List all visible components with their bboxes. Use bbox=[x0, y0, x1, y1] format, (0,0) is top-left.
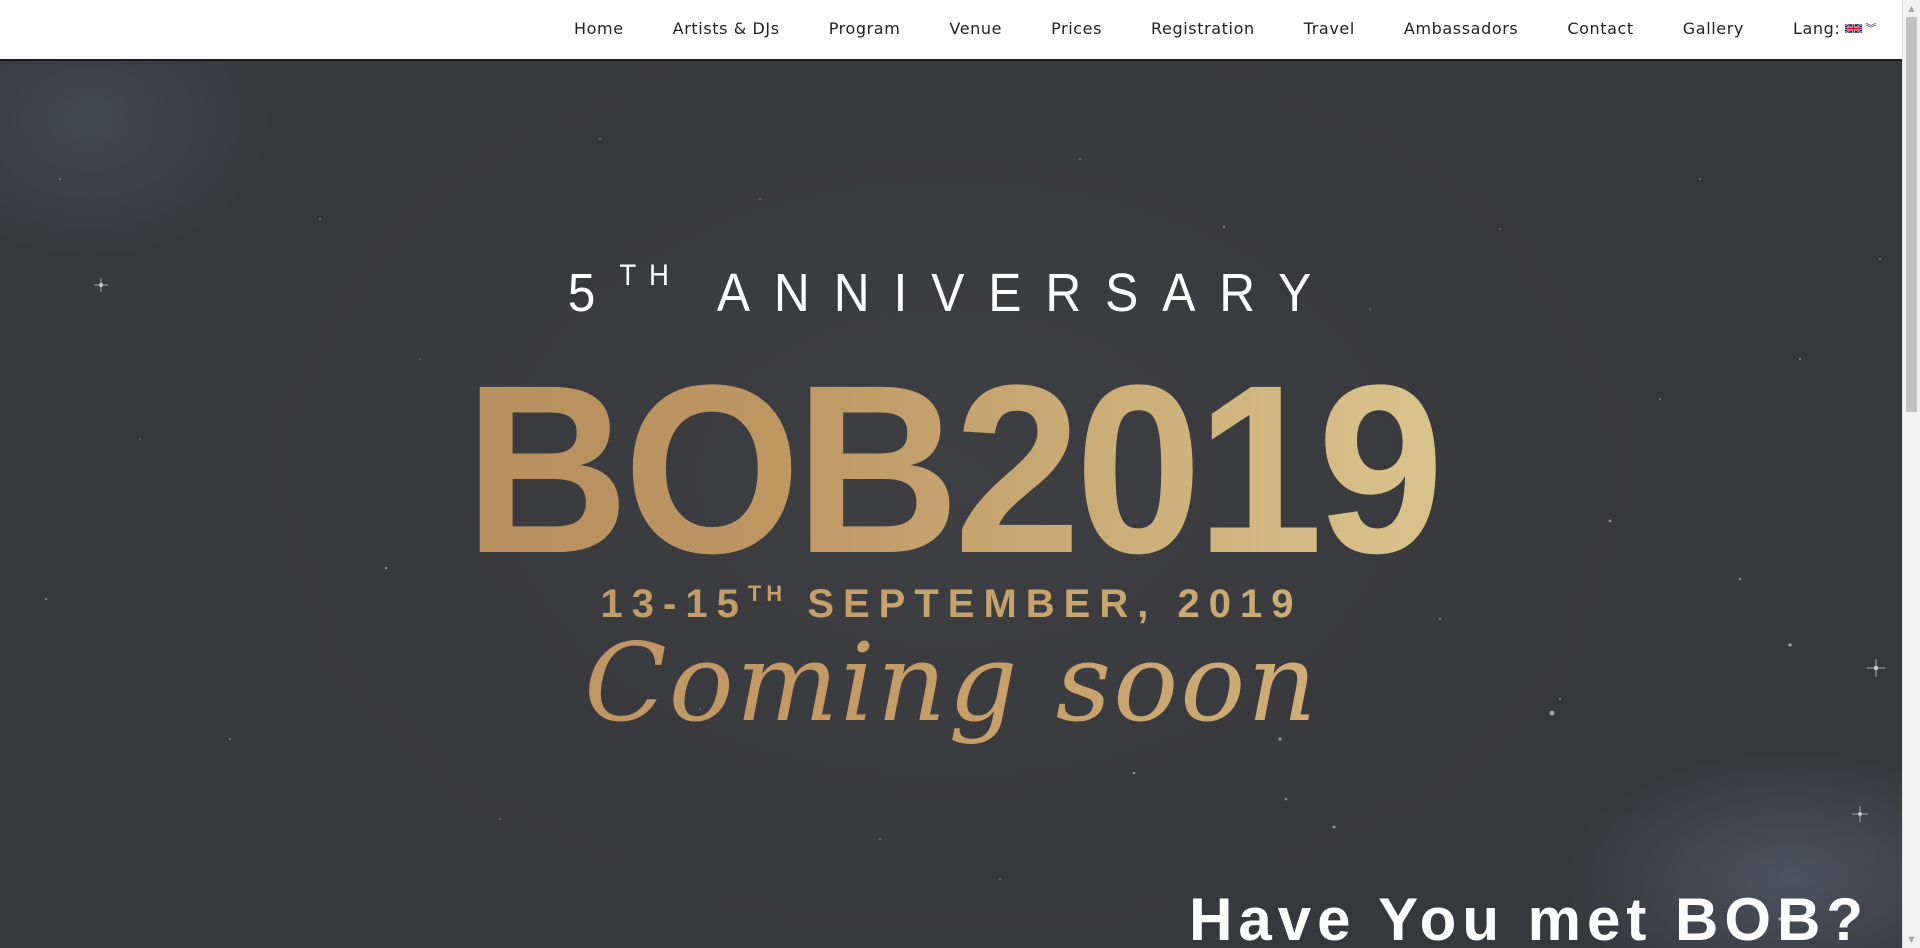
hero-banner: 5TH ANNIVERSARY BOB2019 13-15TH SEPTEMBE… bbox=[0, 59, 1903, 948]
top-navbar: Home Artists & DJs Program Venue Prices … bbox=[0, 0, 1903, 61]
scroll-down-arrow-icon[interactable]: ▼ bbox=[1903, 931, 1920, 948]
nav-item-prices[interactable]: Prices bbox=[1051, 19, 1102, 38]
event-title: BOB2019 bbox=[48, 349, 1856, 589]
nav-item-home[interactable]: Home bbox=[574, 19, 624, 38]
page-scrollbar[interactable]: ▲ ▼ bbox=[1902, 0, 1920, 948]
double-chevron-down-icon[interactable]: ︾ bbox=[1865, 23, 1877, 34]
nav-item-venue[interactable]: Venue bbox=[949, 19, 1002, 38]
nav-item-registration[interactable]: Registration bbox=[1151, 19, 1255, 38]
nav-item-travel[interactable]: Travel bbox=[1304, 19, 1355, 38]
uk-flag-icon bbox=[1845, 23, 1863, 34]
nav-item-program[interactable]: Program bbox=[829, 19, 901, 38]
page: Home Artists & DJs Program Venue Prices … bbox=[0, 0, 1920, 948]
nav-item-artists-djs[interactable]: Artists & DJs bbox=[673, 19, 780, 38]
coming-soon-tagline: Coming soon bbox=[0, 624, 1903, 744]
language-selector[interactable]: Lang: ︾ bbox=[1793, 19, 1877, 38]
nav-menu: Home Artists & DJs Program Venue Prices … bbox=[574, 0, 1877, 57]
scroll-up-arrow-icon[interactable]: ▲ bbox=[1903, 0, 1920, 17]
nav-item-ambassadors[interactable]: Ambassadors bbox=[1404, 19, 1518, 38]
anniversary-word: ANNIVERSARY bbox=[716, 263, 1336, 323]
dates-suffix: TH bbox=[747, 581, 788, 606]
nav-item-gallery[interactable]: Gallery bbox=[1683, 19, 1744, 38]
dates-rest: SEPTEMBER, 2019 bbox=[807, 582, 1303, 626]
anniversary-number: 5 bbox=[567, 263, 620, 323]
dates-main: 13-15 bbox=[600, 582, 748, 626]
language-label: Lang: bbox=[1792, 19, 1841, 38]
anniversary-heading: 5TH ANNIVERSARY bbox=[76, 259, 1827, 324]
nav-item-contact[interactable]: Contact bbox=[1567, 19, 1633, 38]
anniversary-suffix: TH bbox=[619, 259, 682, 292]
section-heading-have-you-met-bob: Have You met BOB? bbox=[1189, 886, 1869, 948]
scrollbar-thumb[interactable] bbox=[1906, 17, 1917, 412]
